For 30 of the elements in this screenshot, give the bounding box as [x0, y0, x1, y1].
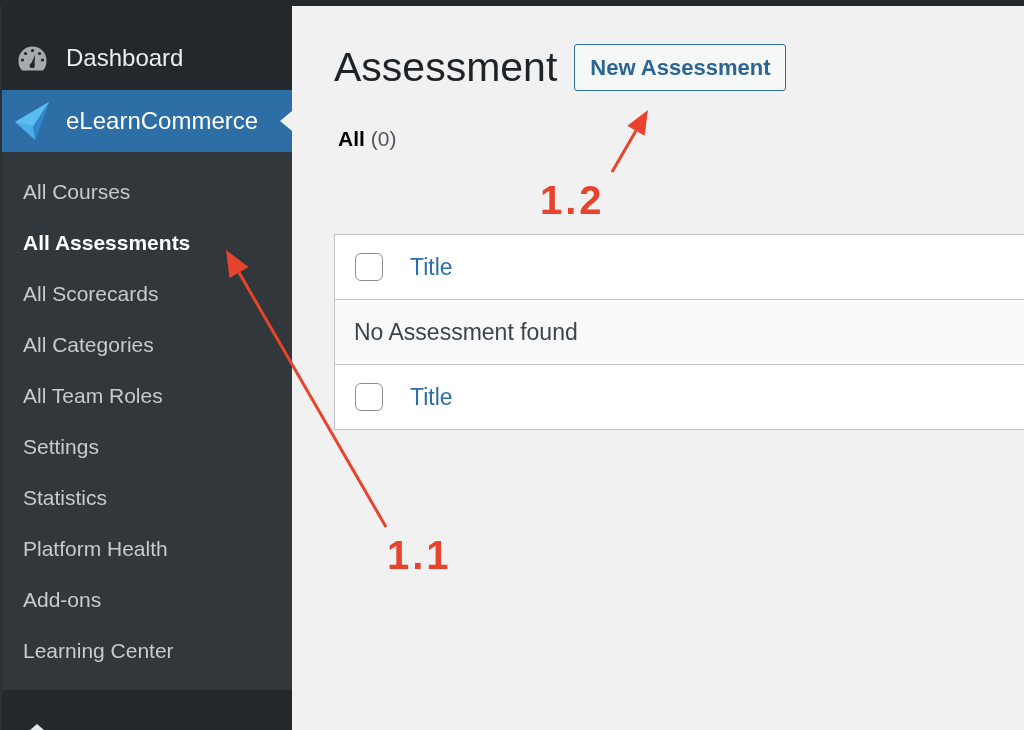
menu-pointer-icon	[280, 111, 292, 131]
submenu-link[interactable]: Platform Health	[23, 536, 168, 561]
title-column-footer[interactable]: Title	[410, 383, 453, 411]
submenu-link[interactable]: Statistics	[23, 485, 108, 510]
submenu-link[interactable]: All Assessments	[23, 230, 191, 255]
sidebar-menu-item[interactable]: eLearnCommerce	[2, 90, 292, 152]
submenu-link[interactable]: All Scorecards	[23, 281, 159, 306]
page-title: Assessment	[334, 44, 558, 91]
annotation-arrow	[610, 110, 648, 173]
menu-label: eLearnCommerce	[66, 107, 259, 135]
new-assessment-button[interactable]: New Assessment	[574, 44, 787, 91]
submenu-link[interactable]: All Categories	[23, 332, 154, 357]
menu-label: Dashboard	[66, 44, 184, 72]
filter-count: (0)	[370, 126, 397, 151]
gauge-icon	[17, 45, 47, 71]
annotation-label: 1.1	[387, 532, 452, 578]
submenu-link[interactable]: All Courses	[23, 179, 131, 204]
submenu-link[interactable]: Learning Center	[23, 638, 174, 663]
checkbox[interactable]	[355, 253, 383, 281]
paper-plane-icon	[15, 102, 49, 140]
submenu-link[interactable]: Settings	[23, 434, 99, 459]
annotation-label: 1.2	[540, 177, 605, 223]
checkbox[interactable]	[355, 383, 383, 411]
filter-link[interactable]: All	[338, 126, 365, 151]
submenu-link[interactable]: Add-ons	[23, 587, 102, 612]
title-column-header[interactable]: Title	[410, 253, 453, 281]
triangle-icon	[30, 724, 44, 730]
submenu-link[interactable]: All Team Roles	[23, 383, 163, 408]
sidebar-menu-item[interactable]: Dashboard	[2, 31, 292, 85]
empty-message: No Assessment found	[354, 318, 578, 346]
